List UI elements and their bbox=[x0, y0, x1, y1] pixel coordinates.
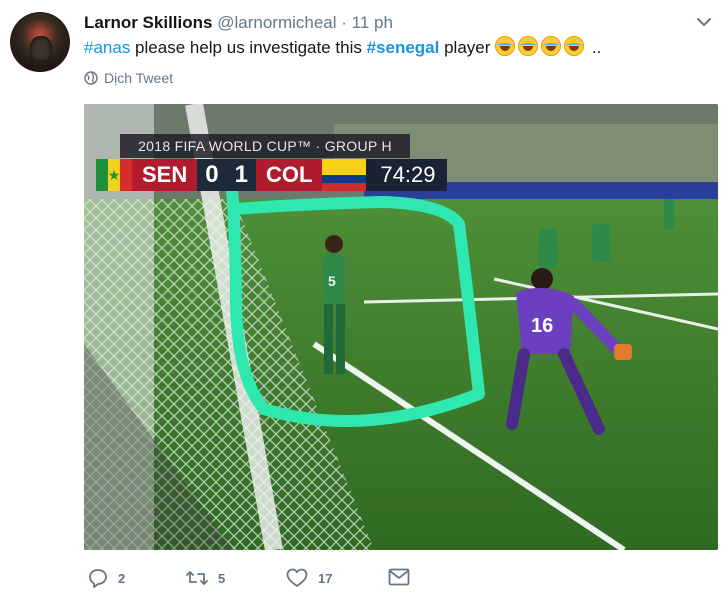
scoreboard: ★ SEN 0 1 COL 74:29 bbox=[96, 159, 448, 191]
reply-button[interactable]: 2 bbox=[88, 568, 125, 588]
envelope-icon bbox=[388, 568, 410, 586]
tweet-actions: 2 5 17 bbox=[88, 568, 428, 590]
reply-icon bbox=[89, 569, 107, 588]
translate-tweet-link[interactable]: Dịch Tweet bbox=[84, 70, 173, 86]
direct-message-button[interactable] bbox=[388, 568, 420, 586]
author-handle[interactable]: @larnormicheal bbox=[217, 13, 336, 32]
like-button[interactable]: 17 bbox=[286, 568, 332, 588]
tweet-timestamp[interactable]: 11 ph bbox=[352, 13, 393, 32]
chevron-down-icon[interactable] bbox=[696, 16, 712, 28]
avatar[interactable] bbox=[10, 12, 70, 72]
hashtag-senegal[interactable]: #senegal bbox=[367, 38, 440, 57]
retweet-count: 5 bbox=[218, 570, 226, 586]
hashtag-anas[interactable]: #anas bbox=[84, 38, 130, 57]
laughing-emoji-icon bbox=[541, 36, 562, 56]
tweet-text-mid: please help us investigate this bbox=[130, 38, 367, 57]
player-number-left: 5 bbox=[328, 273, 336, 289]
retweet-icon bbox=[186, 571, 208, 585]
match-clock: 74:29 bbox=[366, 159, 448, 191]
player-number-keeper: 16 bbox=[531, 315, 553, 337]
tweet-header: Larnor Skillions @larnormicheal · 11 ph bbox=[84, 13, 393, 33]
tweet-media-image[interactable]: 5 16 2018 FIFA WORLD CUP™ · GROUP H ★ SE… bbox=[84, 104, 718, 550]
like-count: 17 bbox=[318, 570, 333, 586]
avatar-figure bbox=[30, 36, 52, 62]
author-name[interactable]: Larnor Skillions bbox=[84, 13, 212, 32]
tournament-banner: 2018 FIFA WORLD CUP™ · GROUP H bbox=[120, 134, 410, 158]
tweet-text-tail: .. bbox=[587, 38, 602, 57]
home-team: SEN bbox=[132, 159, 198, 191]
tweet-text-end: player bbox=[439, 38, 496, 57]
laughing-emoji-icon bbox=[518, 36, 539, 56]
away-score: 1 bbox=[226, 159, 256, 191]
colombia-flag-icon bbox=[322, 159, 367, 191]
translate-label: Dịch Tweet bbox=[104, 70, 173, 86]
home-score: 0 bbox=[197, 159, 227, 191]
laughing-emoji-icon bbox=[564, 36, 585, 56]
away-team: COL bbox=[255, 159, 323, 191]
globe-icon bbox=[84, 71, 98, 85]
tweet-text: #anas please help us investigate this #s… bbox=[84, 36, 601, 58]
retweet-button[interactable]: 5 bbox=[186, 568, 225, 588]
header-separator: · bbox=[341, 13, 347, 32]
reply-count: 2 bbox=[118, 570, 126, 586]
heart-icon bbox=[286, 568, 308, 587]
senegal-flag-icon: ★ bbox=[96, 159, 132, 191]
laughing-emoji-icon bbox=[495, 36, 516, 56]
